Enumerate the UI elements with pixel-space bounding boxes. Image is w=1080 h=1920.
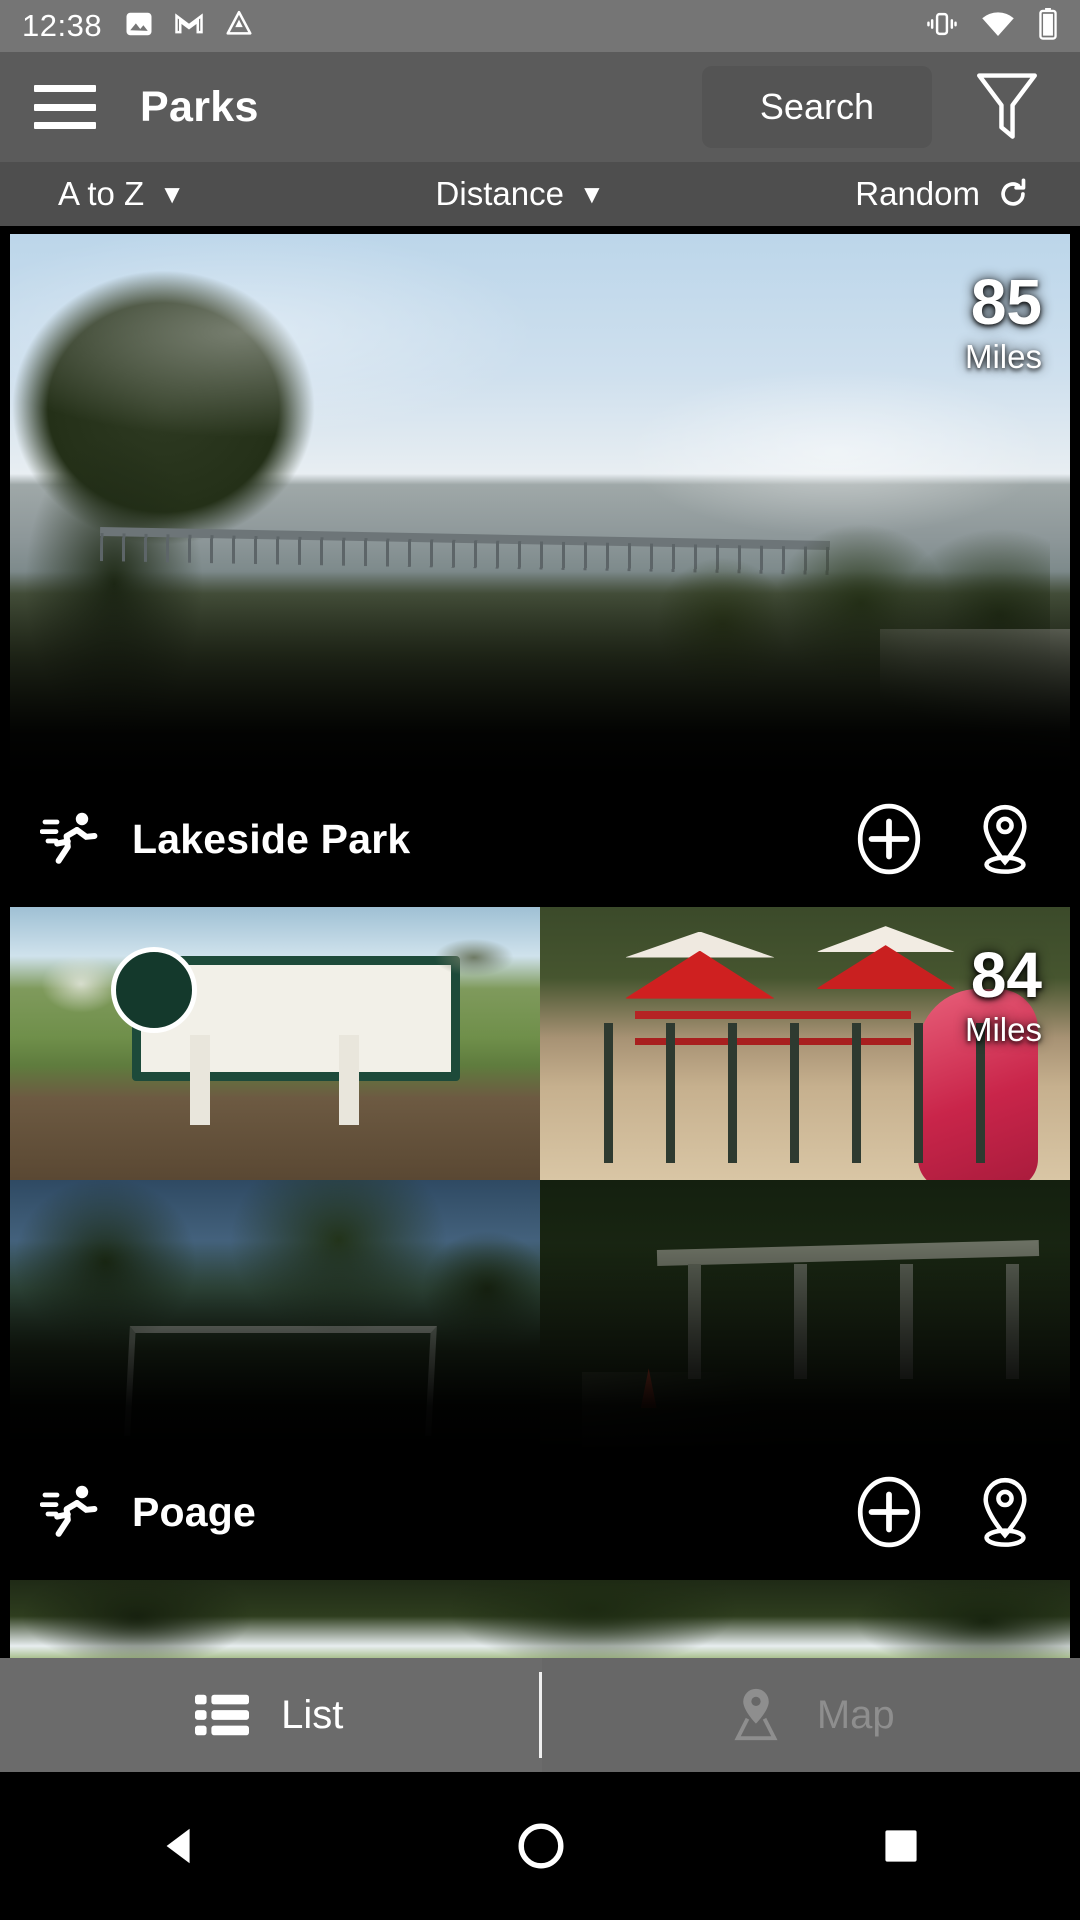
app-bar: Parks Search	[0, 52, 1080, 162]
vibrate-icon	[926, 9, 958, 44]
caret-down-icon: ▼	[159, 179, 185, 209]
pathway	[582, 1372, 827, 1452]
tab-map[interactable]: Map	[541, 1658, 1080, 1772]
sort-option-distance[interactable]: Distance ▼	[436, 175, 605, 213]
sort-bar: A to Z ▼ Distance ▼ Random	[0, 162, 1080, 226]
distance-unit: Miles	[964, 338, 1042, 375]
drive-icon	[224, 9, 254, 44]
tab-list[interactable]: List	[0, 1658, 539, 1772]
recents-square-icon[interactable]	[879, 1824, 923, 1868]
trail-running-icon	[39, 807, 104, 871]
park-card-poage[interactable]: 84 Miles Poage	[0, 899, 1080, 1572]
map-pin-icon	[727, 1684, 785, 1747]
pathway	[880, 629, 1070, 779]
status-system-icons	[926, 7, 1058, 45]
photo-gradient-overlay	[10, 569, 1070, 779]
sort-option-random[interactable]: Random	[855, 175, 1030, 213]
page-title: Parks	[140, 82, 259, 131]
swing-frame	[123, 1325, 437, 1436]
bridge-deck	[99, 526, 831, 551]
battery-icon	[1038, 7, 1058, 45]
status-notification-icons	[124, 9, 254, 44]
map-pin-icon[interactable]	[970, 800, 1040, 878]
park-photo: 85 Miles	[10, 234, 1070, 779]
photos-icon	[124, 9, 154, 44]
park-card-partial[interactable]	[0, 1572, 1080, 1658]
distance-badge: 84 Miles	[965, 943, 1042, 1046]
wifi-icon	[980, 10, 1016, 43]
swing-set-photo	[10, 1179, 540, 1452]
park-sign-photo	[10, 907, 546, 1180]
list-view-icon	[195, 1691, 250, 1739]
roadrunner-graphic	[426, 919, 546, 989]
caret-down-icon: ▼	[578, 179, 605, 209]
playground-rail-upper	[635, 1010, 911, 1019]
card-actions	[852, 800, 1040, 878]
park-card-lakeside[interactable]: 85 Miles Lakeside Park	[0, 226, 1080, 899]
pavilion-roof	[656, 1239, 1039, 1266]
background-trees	[630, 489, 1050, 779]
system-nav-bar	[0, 1772, 1080, 1920]
sort-label-distance: Distance	[435, 175, 564, 212]
pavilion-column	[900, 1263, 914, 1379]
bottom-tab-bar: List Map	[0, 1658, 1080, 1772]
canopy-red-left	[624, 950, 775, 999]
pavilion-column	[688, 1263, 702, 1379]
distance-value: 84	[970, 939, 1042, 1011]
home-circle-icon[interactable]	[516, 1821, 566, 1871]
park-photo	[10, 1580, 1070, 1658]
refresh-icon	[996, 177, 1030, 211]
foreground-tree-lower	[10, 374, 270, 779]
filter-funnel-icon[interactable]	[968, 67, 1046, 147]
pavilion-photo	[540, 1179, 1070, 1452]
back-triangle-icon[interactable]	[157, 1823, 203, 1869]
status-clock: 12:38	[22, 8, 103, 43]
bridge-pillars	[99, 532, 831, 576]
sign-post-right	[338, 1035, 359, 1125]
park-name: Poage	[132, 1488, 257, 1535]
park-name: Lakeside Park	[132, 815, 411, 862]
card-actions	[852, 1473, 1040, 1551]
foreground-tree	[10, 234, 400, 644]
plus-circle-icon[interactable]	[852, 1475, 926, 1549]
hamburger-menu-icon[interactable]	[34, 85, 96, 129]
distance-badge: 85 Miles	[965, 270, 1042, 373]
playground-posts	[603, 1023, 986, 1164]
pavilion-column	[794, 1263, 808, 1379]
card-footer: Lakeside Park	[10, 779, 1070, 899]
search-button[interactable]: Search	[701, 66, 932, 148]
tab-label-list: List	[281, 1692, 344, 1737]
sort-label-a-to-z: A to Z	[58, 175, 145, 212]
park-photo-grid: 84 Miles	[10, 907, 1070, 1452]
gmail-icon	[174, 9, 204, 44]
plus-circle-icon[interactable]	[852, 802, 926, 876]
tab-label-map: Map	[816, 1692, 895, 1737]
park-list[interactable]: 85 Miles Lakeside Park 84 Miles Poage	[0, 226, 1080, 1658]
trail-running-icon	[39, 1480, 104, 1544]
distance-value: 85	[970, 266, 1042, 338]
status-bar: 12:38	[0, 0, 1080, 52]
sign-board	[110, 947, 461, 1082]
pavilion-column	[1006, 1263, 1020, 1379]
card-footer: Poage	[10, 1452, 1070, 1572]
map-pin-icon[interactable]	[970, 1473, 1040, 1551]
sign-post-left	[190, 1035, 211, 1125]
distance-unit: Miles	[964, 1011, 1042, 1048]
sort-label-random: Random	[855, 175, 980, 212]
sort-option-a-to-z[interactable]: A to Z ▼	[58, 175, 185, 213]
app-screen: 12:38 Parks Search A to Z ▼ Distance ▼ R…	[0, 0, 1080, 1920]
